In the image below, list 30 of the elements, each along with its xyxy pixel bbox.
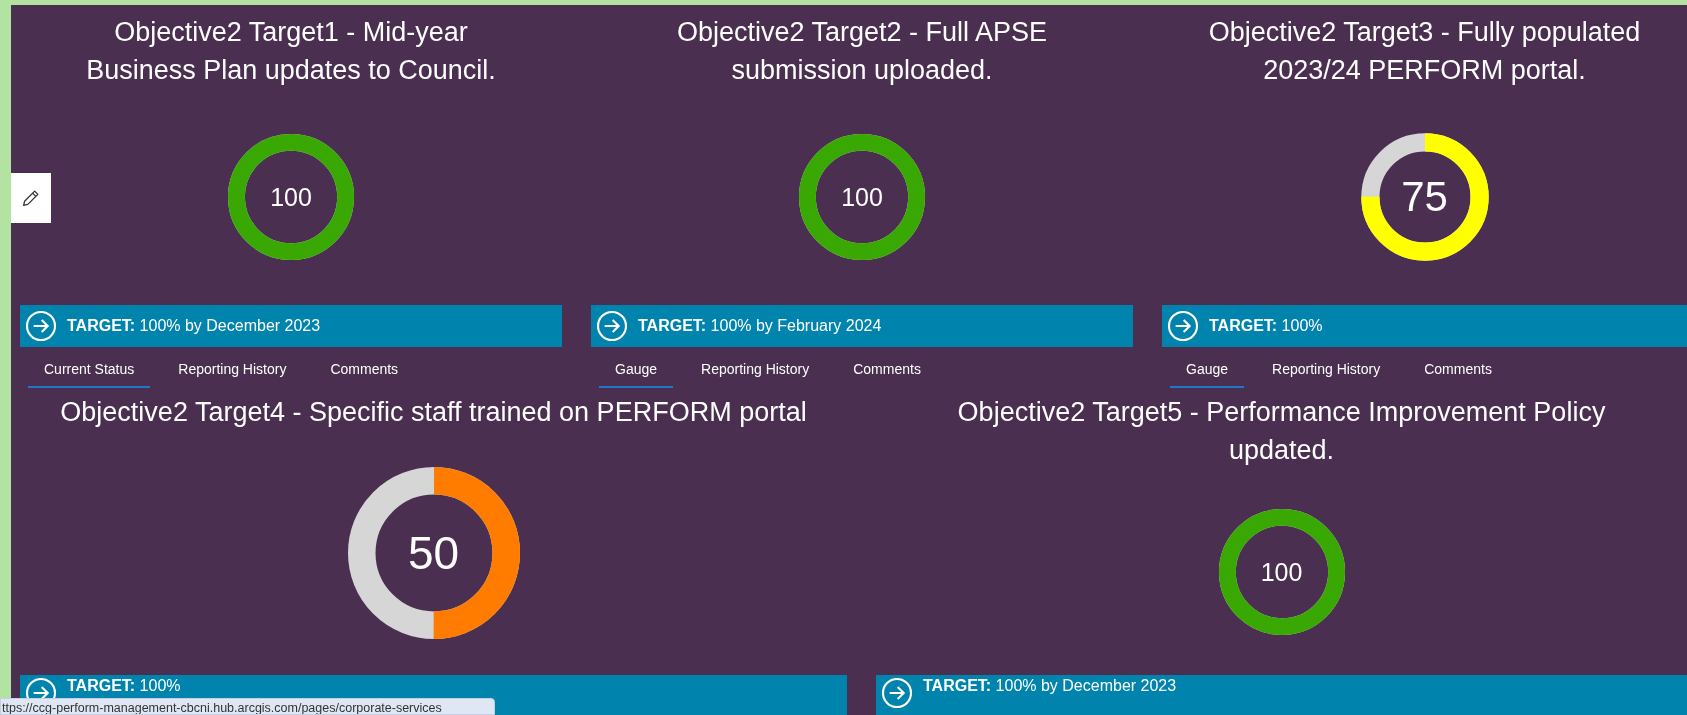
arrow-circle-icon[interactable] bbox=[596, 310, 628, 342]
tab[interactable]: Gauge bbox=[1170, 355, 1245, 388]
edit-button[interactable] bbox=[11, 173, 51, 223]
target-text: TARGET: 100% by December 2023 bbox=[67, 317, 321, 335]
arrow-circle-icon[interactable] bbox=[25, 310, 57, 342]
tab[interactable]: Comments bbox=[837, 355, 937, 388]
gauge-value: 100 bbox=[270, 182, 312, 212]
card-title: Objective2 Target4 - Specific staff trained on PERFORM portal bbox=[59, 396, 808, 429]
target-text: TARGET: 100% by December 2023 bbox=[923, 677, 1177, 695]
target-text: TARGET: 100% bbox=[1209, 317, 1323, 335]
card-title: Objective2 Target1 - Mid-year Business Plan updates to Council. bbox=[85, 16, 497, 87]
card-title: Objective2 Target2 - Full APSE submission uploaded. bbox=[675, 16, 1049, 87]
gauge-value: 75 bbox=[1401, 173, 1448, 221]
arrow-circle-icon[interactable] bbox=[1167, 310, 1199, 342]
arrow-circle-icon[interactable] bbox=[881, 677, 913, 709]
tab[interactable]: Comments bbox=[314, 355, 415, 388]
target-text: TARGET: 100% bbox=[67, 677, 181, 695]
target-text: TARGET: 100% by February 2024 bbox=[638, 317, 882, 335]
gauge-value: 100 bbox=[841, 182, 883, 212]
tab[interactable]: Reporting History bbox=[685, 355, 826, 388]
gauge-value: 100 bbox=[1260, 557, 1303, 587]
card-title: Objective2 Target3 - Fully populated 2023/24 PERFORM portal. bbox=[1207, 16, 1642, 87]
tab[interactable]: Reporting History bbox=[162, 355, 303, 388]
tab[interactable]: Current Status bbox=[28, 355, 151, 388]
tab[interactable]: Reporting History bbox=[1256, 355, 1397, 388]
tab[interactable]: Gauge bbox=[599, 355, 674, 388]
card-title: Objective2 Target5 - Performance Improvement Policy updated. bbox=[956, 396, 1607, 467]
gauge-value: 50 bbox=[407, 526, 460, 580]
url-tooltip: ttps://ccg-perform-management-cbcni.hub.arcgis.com/pages/corporate-services bbox=[0, 698, 495, 715]
tab[interactable]: Comments bbox=[1408, 355, 1508, 388]
